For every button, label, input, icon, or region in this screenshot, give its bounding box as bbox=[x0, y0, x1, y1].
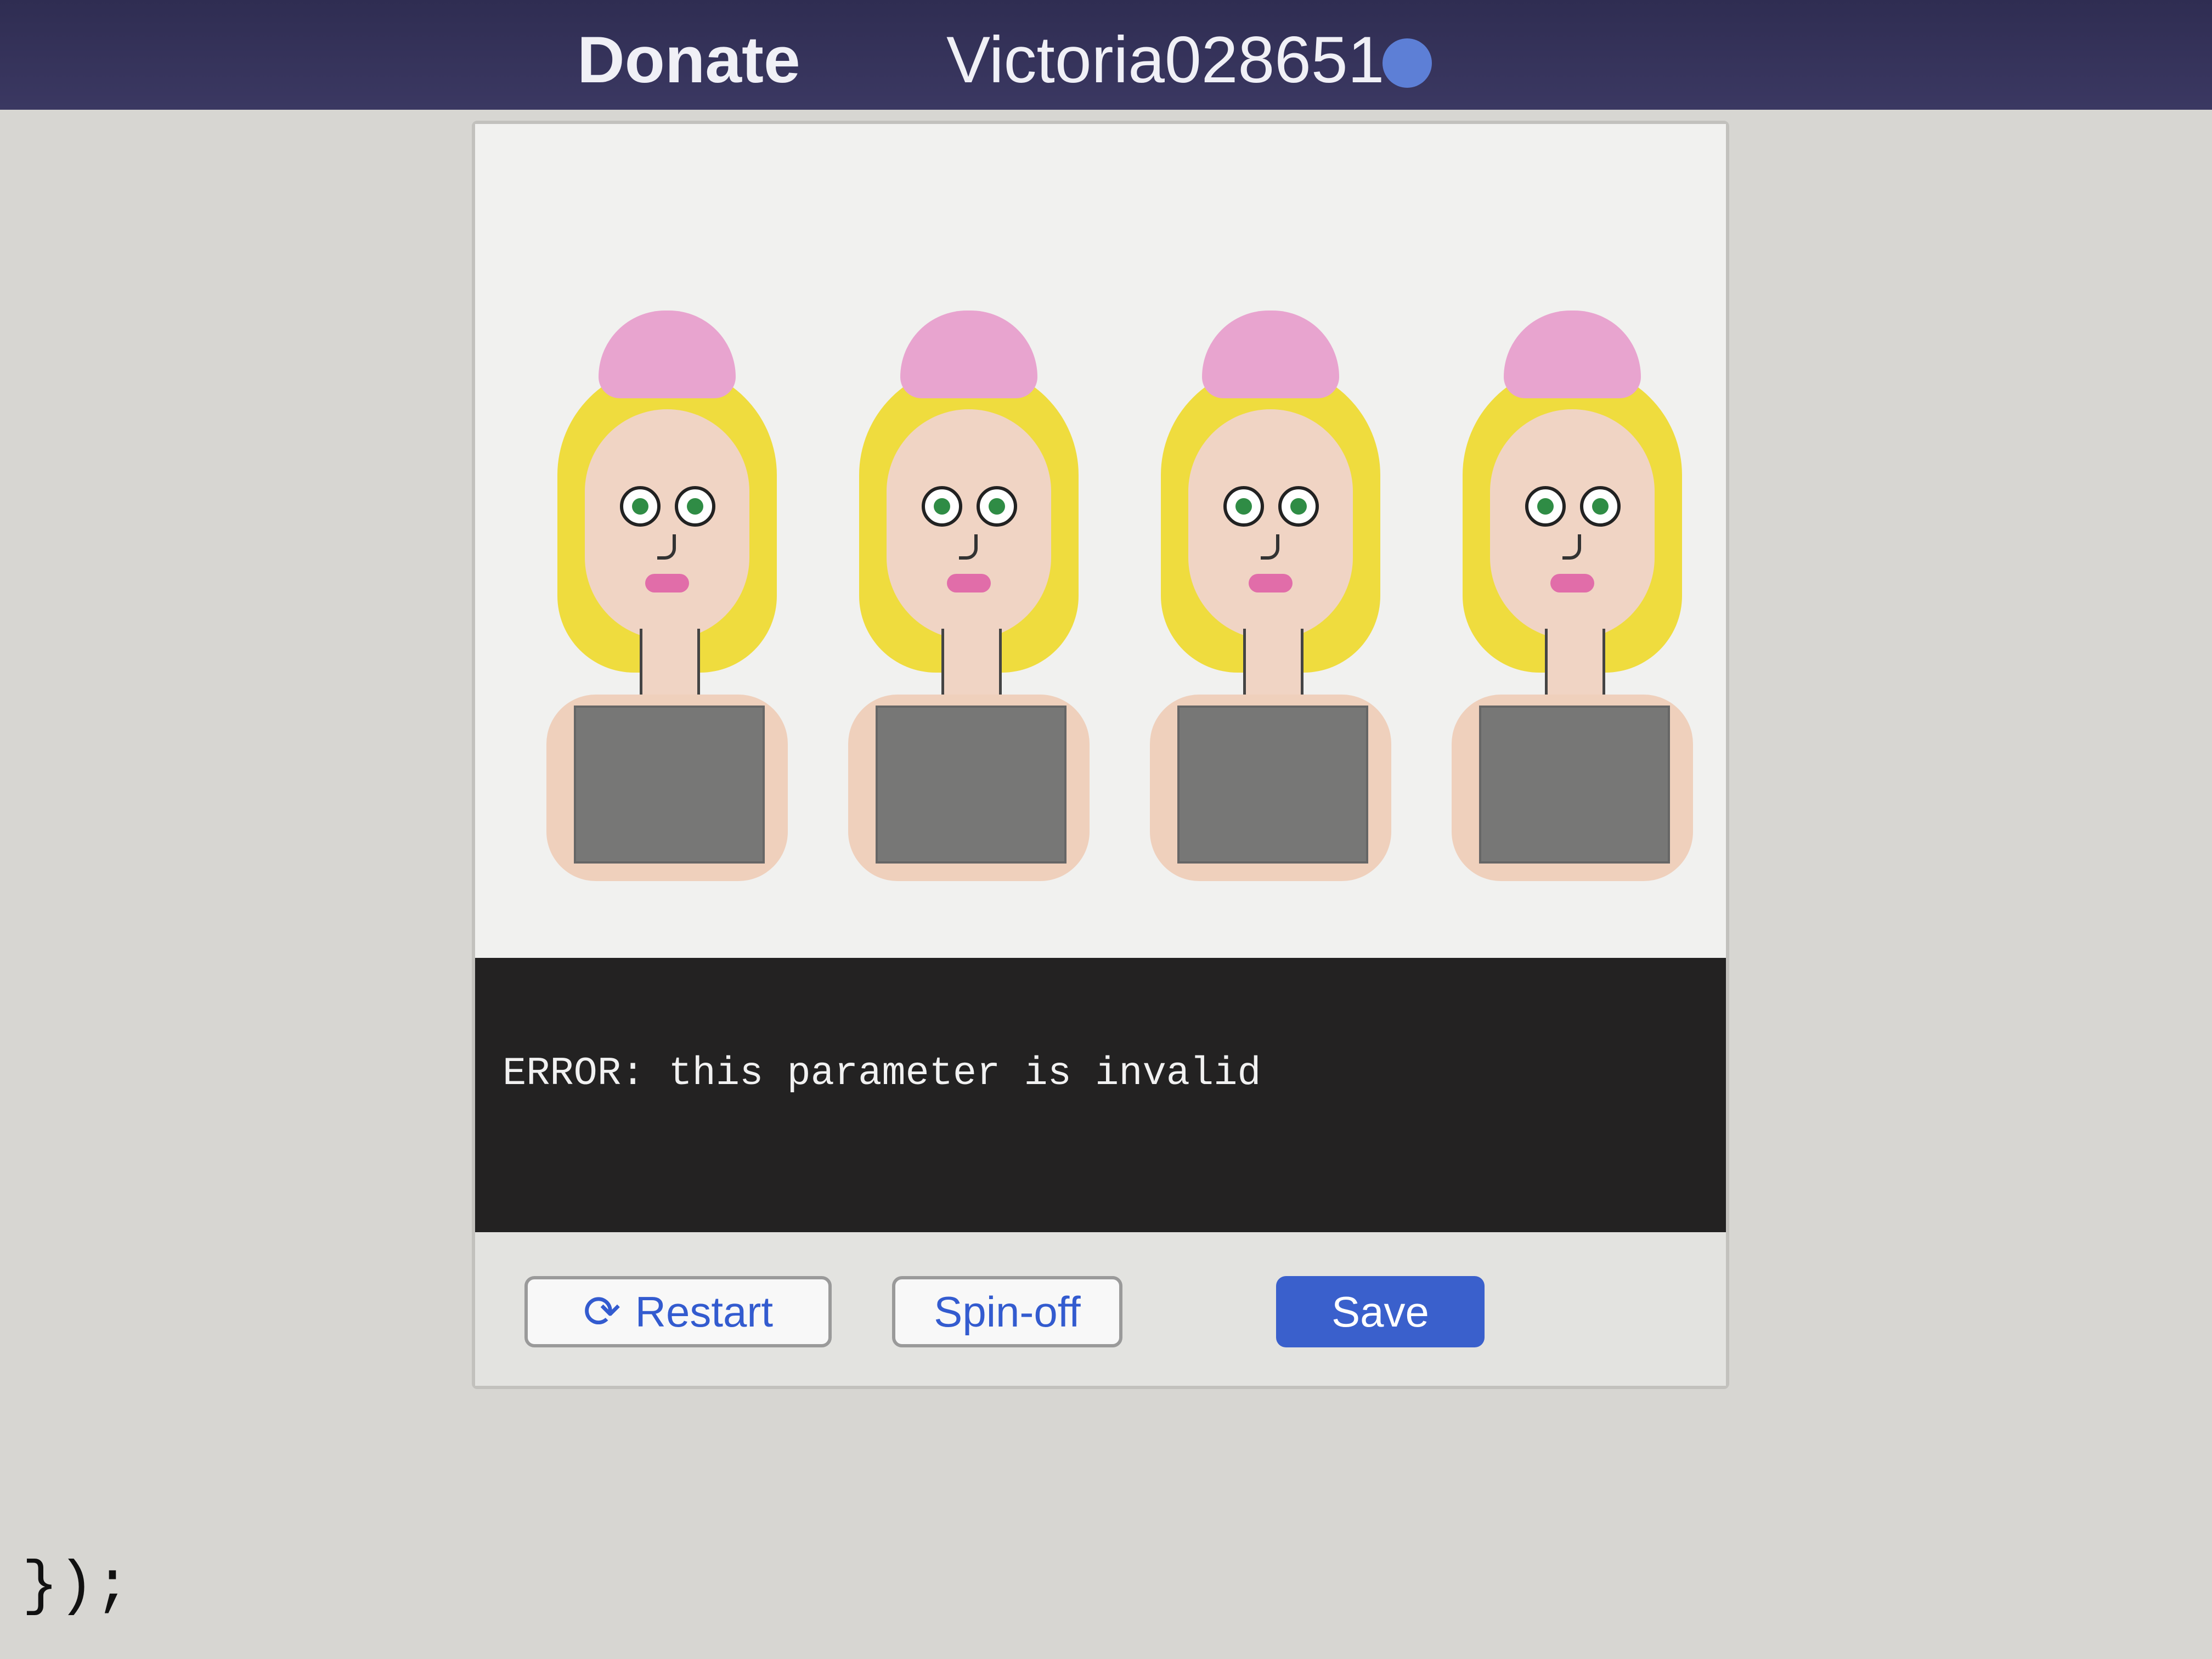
right-eye bbox=[675, 486, 715, 527]
save-label: Save bbox=[1331, 1287, 1429, 1336]
hair-bun bbox=[1202, 311, 1339, 398]
shirt bbox=[1177, 706, 1368, 864]
mouth bbox=[1550, 574, 1594, 592]
mouth bbox=[1249, 574, 1293, 592]
shirt bbox=[876, 706, 1066, 864]
cartoon-figure-3 bbox=[1150, 212, 1391, 881]
code-fragment: }); bbox=[22, 1553, 131, 1621]
right-eye bbox=[977, 486, 1017, 527]
save-button[interactable]: Save bbox=[1276, 1276, 1485, 1347]
username-link[interactable]: Victoria028651 bbox=[946, 22, 1384, 98]
donate-link[interactable]: Donate bbox=[577, 22, 800, 98]
nose bbox=[657, 534, 676, 560]
restart-label: Restart bbox=[635, 1287, 774, 1336]
program-preview-panel: ERROR: this parameter is invalid ⟳ Resta… bbox=[472, 121, 1729, 1389]
face bbox=[887, 409, 1051, 640]
face bbox=[1490, 409, 1655, 640]
hair-bun bbox=[599, 311, 736, 398]
left-eye bbox=[1525, 486, 1566, 527]
spinoff-label: Spin-off bbox=[934, 1287, 1081, 1336]
error-console: ERROR: this parameter is invalid bbox=[475, 958, 1726, 1232]
restart-icon: ⟳ bbox=[583, 1286, 621, 1337]
spinoff-button[interactable]: Spin-off bbox=[892, 1276, 1122, 1347]
error-message: ERROR: this parameter is invalid bbox=[503, 1051, 1261, 1096]
right-eye bbox=[1580, 486, 1621, 527]
left-eye bbox=[1223, 486, 1264, 527]
action-bar: ⟳ Restart Spin-off Save bbox=[475, 1232, 1726, 1386]
hair-bun bbox=[1504, 311, 1641, 398]
mouth bbox=[645, 574, 689, 592]
cartoon-figure-1 bbox=[546, 212, 788, 881]
right-eye bbox=[1278, 486, 1319, 527]
top-navigation-bar: Donate Victoria028651 bbox=[0, 0, 2212, 110]
nose bbox=[1261, 534, 1279, 560]
shirt bbox=[574, 706, 765, 864]
cartoon-figure-4 bbox=[1452, 212, 1693, 881]
hair-bun bbox=[900, 311, 1037, 398]
face bbox=[585, 409, 749, 640]
user-avatar[interactable] bbox=[1383, 38, 1432, 88]
mouth bbox=[947, 574, 991, 592]
restart-button[interactable]: ⟳ Restart bbox=[524, 1276, 832, 1347]
cartoon-figure-2 bbox=[848, 212, 1090, 881]
nose bbox=[959, 534, 978, 560]
canvas-output bbox=[475, 124, 1726, 958]
face bbox=[1188, 409, 1353, 640]
nose bbox=[1562, 534, 1581, 560]
shirt bbox=[1479, 706, 1670, 864]
left-eye bbox=[922, 486, 962, 527]
left-eye bbox=[620, 486, 661, 527]
